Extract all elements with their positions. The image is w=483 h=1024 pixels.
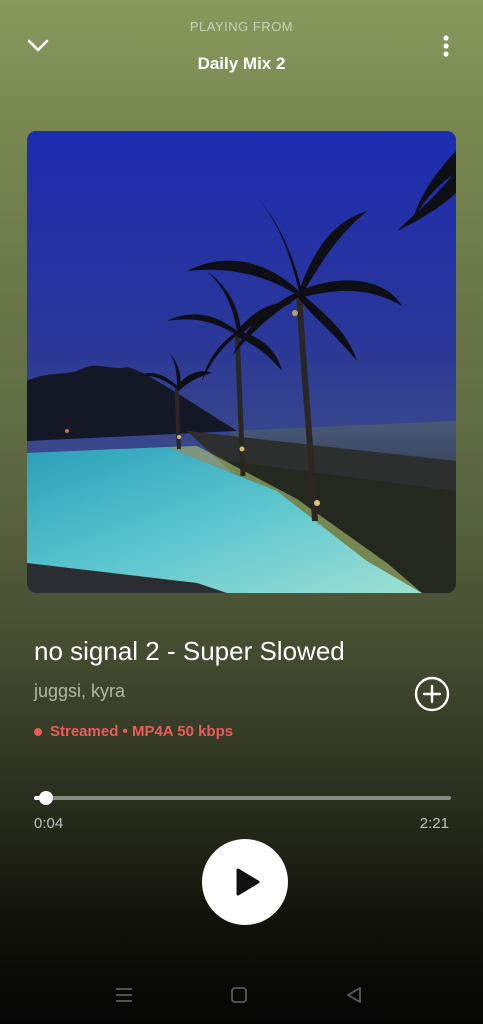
nav-back-button[interactable] [340, 981, 368, 1009]
elapsed-time: 0:04 [34, 815, 64, 832]
more-options-button[interactable] [426, 26, 466, 66]
track-artists[interactable]: juggsi, kyra [34, 681, 125, 702]
play-button[interactable] [202, 839, 288, 925]
nav-home-button[interactable] [225, 981, 253, 1009]
menu-icon [116, 988, 132, 1002]
nav-recents-button[interactable] [110, 981, 138, 1009]
progress-handle[interactable] [38, 791, 53, 805]
playlist-name[interactable]: Daily Mix 2 [0, 54, 483, 74]
progress-bar[interactable] [34, 791, 451, 805]
stream-info: Streamed • MP4A 50 kbps [34, 723, 233, 740]
chevron-down-icon [27, 39, 49, 52]
back-icon [347, 987, 361, 1003]
home-icon [231, 987, 247, 1003]
track-title: no signal 2 - Super Slowed [34, 636, 345, 666]
more-vertical-icon [443, 35, 449, 57]
play-icon [236, 868, 260, 896]
add-to-library-button[interactable] [413, 675, 451, 713]
stream-info-text: Streamed • MP4A 50 kbps [50, 723, 234, 740]
stream-status-dot [34, 727, 42, 736]
plus-circle-icon [414, 676, 450, 712]
album-artwork [27, 131, 456, 593]
playing-from-label: PLAYING FROM [189, 19, 294, 34]
total-duration: 2:21 [419, 815, 449, 832]
